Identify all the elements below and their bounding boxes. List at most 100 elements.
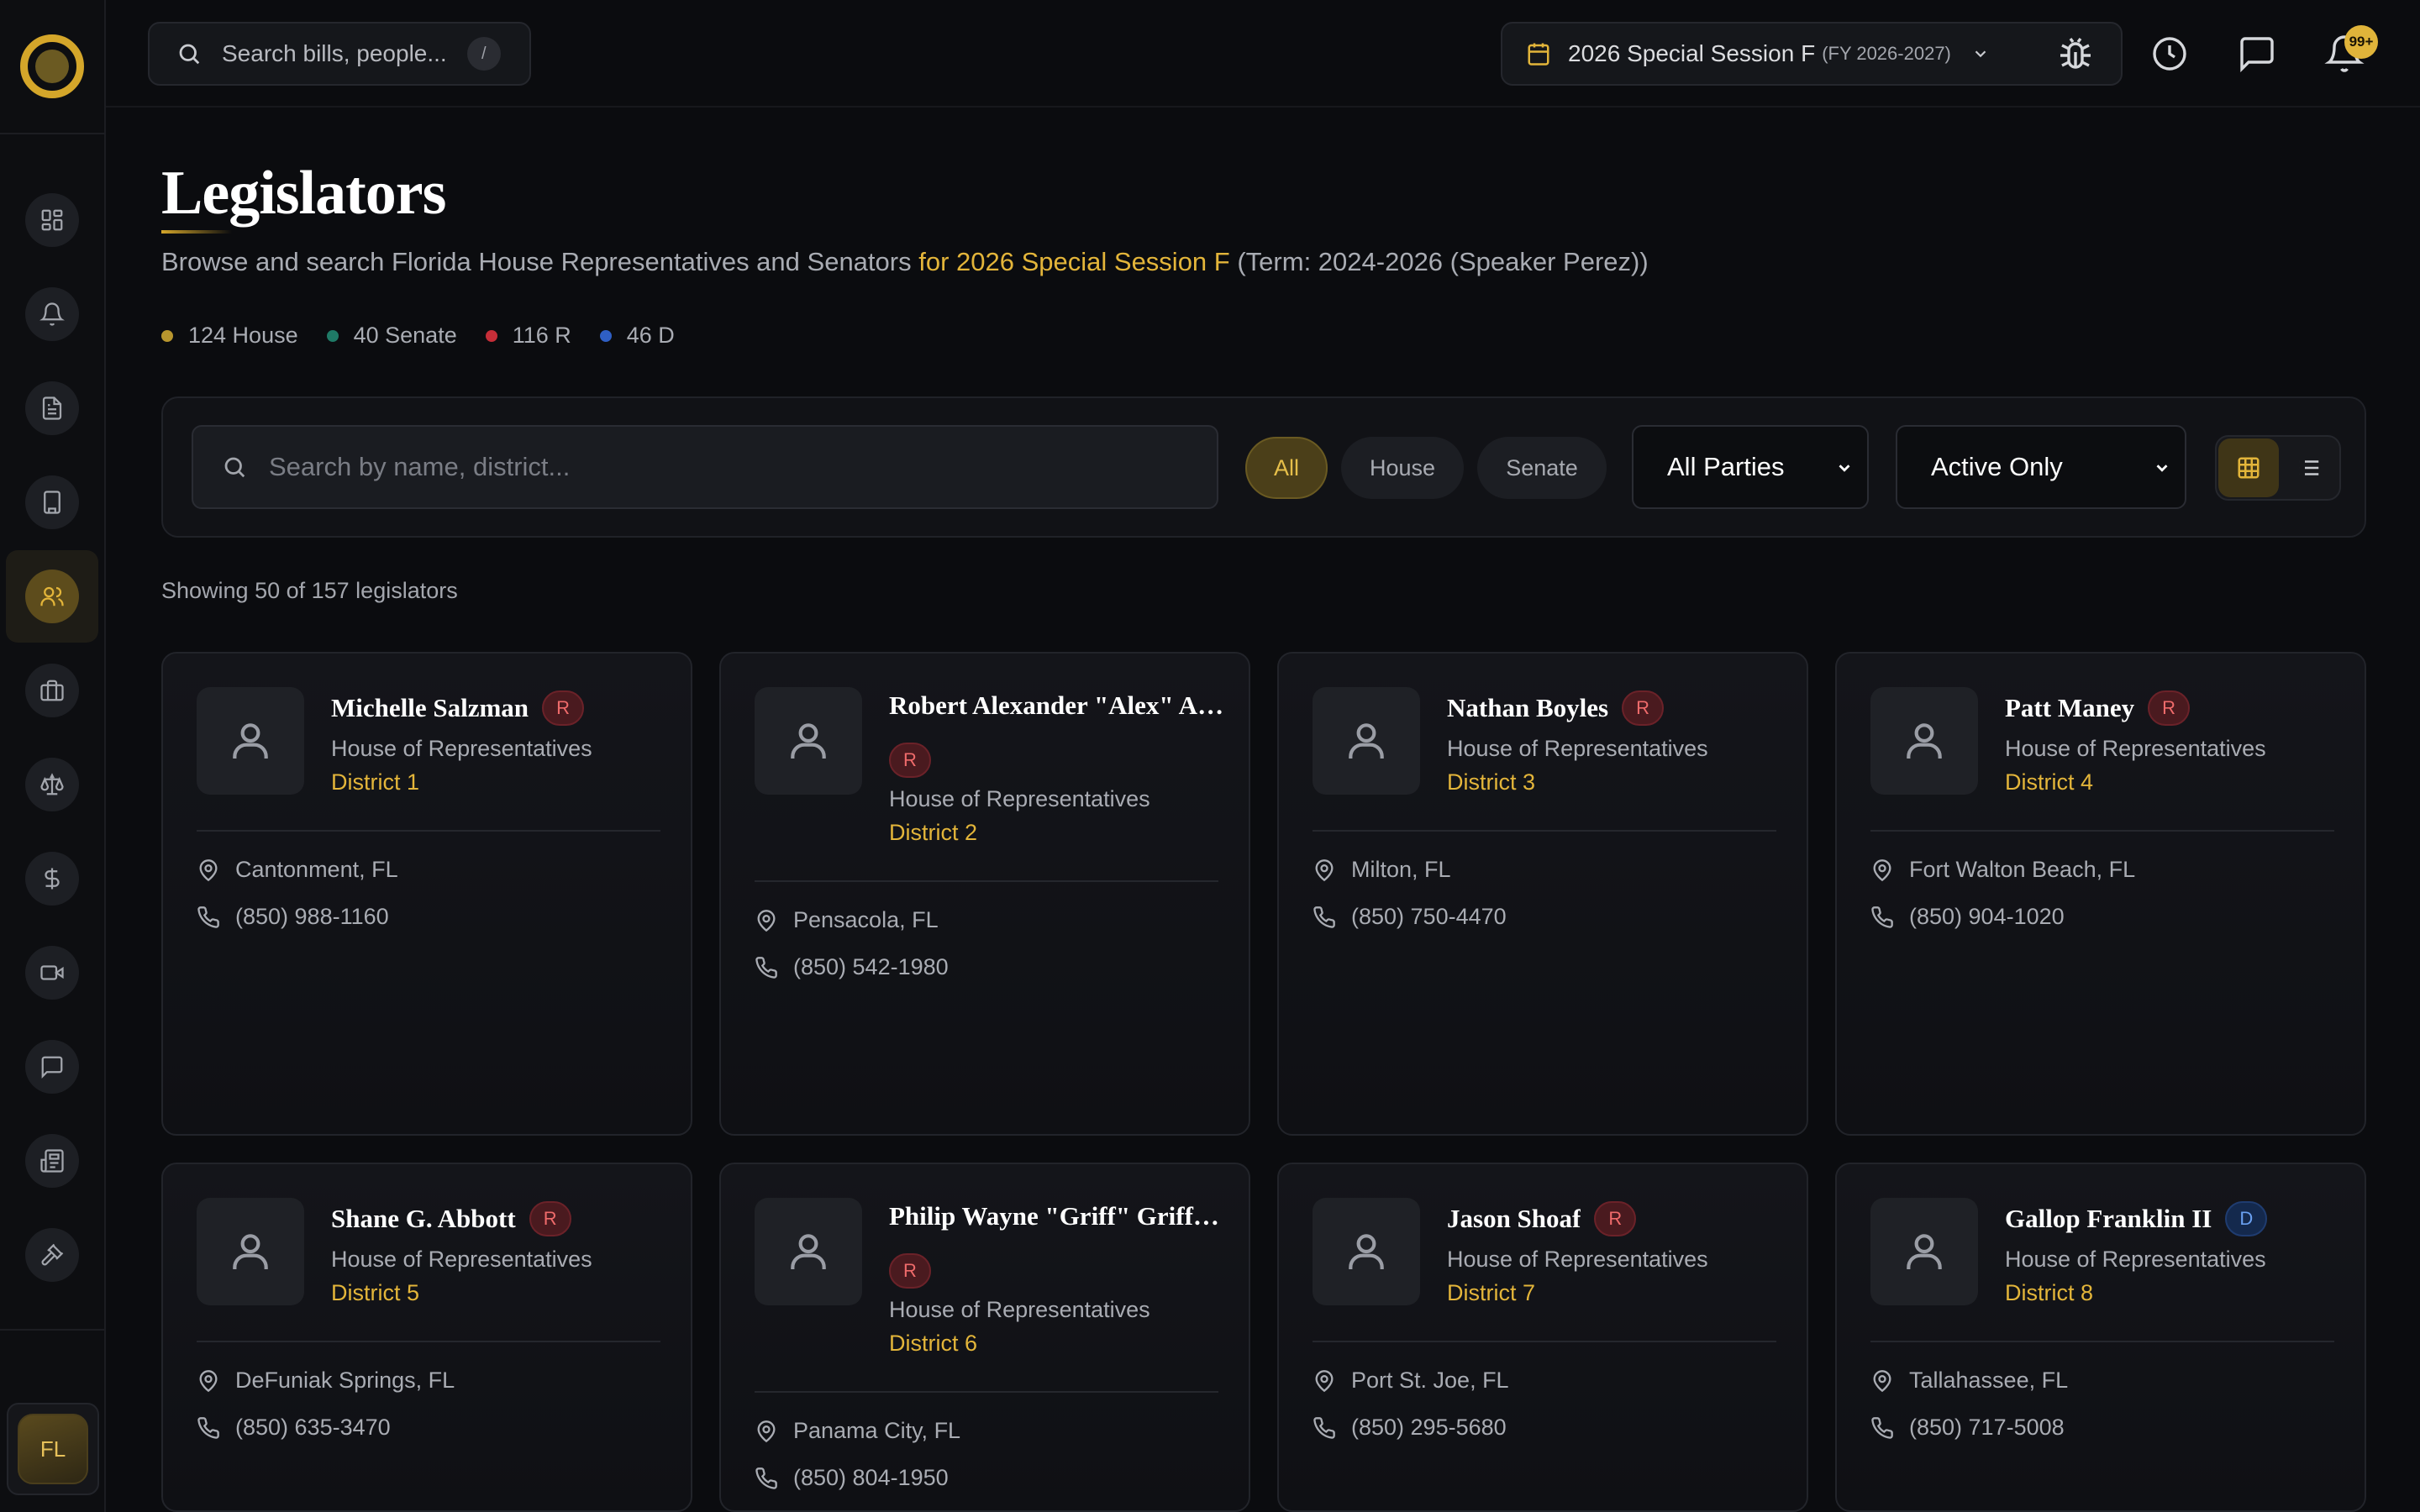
logo-icon (20, 34, 84, 98)
map-pin-icon (1873, 858, 1891, 881)
legislator-card[interactable]: Philip Wayne "Griff" Griffitts R House o… (719, 1163, 1250, 1512)
legislator-search-input[interactable]: Search by name, district... (192, 425, 1218, 509)
phone-icon (755, 1467, 777, 1489)
topbar: Search bills, people... / 2026 Special S… (106, 0, 2420, 108)
legislator-location: Milton, FL (1313, 857, 1451, 883)
map-pin-icon (199, 1369, 218, 1392)
legislator-phone[interactable]: (850) 988-1160 (197, 904, 389, 930)
card-divider (1313, 830, 1776, 832)
party-badge: R (1594, 1201, 1637, 1236)
legislator-chamber: House of Representatives (1447, 736, 1708, 761)
chamber-filter-all[interactable]: All (1245, 437, 1328, 499)
sidebar-item-bills[interactable] (0, 361, 104, 455)
user-icon (1907, 1234, 1942, 1269)
legislator-name[interactable]: Gallop Franklin II D (2005, 1201, 2341, 1236)
user-icon (791, 723, 826, 759)
title-underline (161, 230, 232, 234)
legislator-card[interactable]: Patt Maney R House of Representatives Di… (1835, 652, 2366, 1136)
legislator-chamber: House of Representatives (1447, 1247, 1708, 1272)
legislator-district: District 2 (889, 820, 978, 845)
sidebar-item-legal[interactable] (0, 738, 104, 832)
dashboard-icon (25, 193, 79, 247)
chamber-filter-house[interactable]: House (1341, 437, 1464, 499)
subtitle-term: (Term: 2024-2026 (Speaker Perez)) (1237, 247, 1649, 276)
subtitle-main: Browse and search Florida House Represen… (161, 247, 912, 276)
chamber-filter-senate[interactable]: Senate (1477, 437, 1607, 499)
sidebar-item-dashboard[interactable] (0, 173, 104, 267)
map-pin-icon (199, 858, 218, 881)
party-select[interactable]: All Parties (1632, 425, 1869, 509)
scale-icon (25, 758, 79, 811)
legislator-card[interactable]: Jason Shoaf R House of Representatives D… (1277, 1163, 1808, 1512)
status-select[interactable]: Active Only (1896, 425, 2186, 509)
legislator-name[interactable]: Philip Wayne "Griff" Griffitts (889, 1201, 1225, 1231)
legislator-avatar (197, 687, 304, 795)
stat-republican: 116 R (485, 323, 571, 349)
sidebar-item-legislators[interactable] (0, 549, 104, 643)
sidebar-item-messages[interactable] (0, 1020, 104, 1114)
search-shortcut-key: / (466, 37, 501, 71)
legislator-location: Panama City, FL (755, 1418, 960, 1444)
app-logo[interactable] (0, 0, 104, 134)
legislator-phone[interactable]: (850) 750-4470 (1313, 904, 1507, 930)
sidebar-item-finance[interactable] (0, 832, 104, 926)
legislator-name[interactable]: Michelle Salzman R (331, 690, 667, 726)
legislator-phone[interactable]: (850) 542-1980 (755, 954, 949, 980)
legislator-card[interactable]: Robert Alexander "Alex" Andrade R House … (719, 652, 1250, 1136)
document-icon (25, 381, 79, 435)
results-count: Showing 50 of 157 legislators (161, 578, 458, 603)
sidebar-item-votes[interactable] (0, 1208, 104, 1302)
chevron-down-icon (1975, 50, 1986, 58)
legislator-name[interactable]: Shane G. Abbott R (331, 1201, 667, 1236)
user-icon (233, 1234, 268, 1269)
card-divider (197, 1341, 660, 1342)
legislator-district: District 6 (889, 1331, 978, 1356)
sidebar-nav (0, 173, 104, 1302)
map-pin-icon (757, 1420, 776, 1442)
grid-icon (2238, 457, 2260, 479)
grid-view-button[interactable] (2218, 438, 2279, 497)
legislator-avatar (1313, 1198, 1420, 1305)
session-selector[interactable]: 2026 Special Session F (FY 2026-2027) (1501, 22, 2123, 86)
legislator-name[interactable]: Patt Maney R (2005, 690, 2341, 726)
legislator-phone[interactable]: (850) 804-1950 (755, 1465, 949, 1491)
stat-dot (326, 329, 339, 342)
sidebar-item-video[interactable] (0, 926, 104, 1020)
messages-button[interactable] (2237, 34, 2277, 74)
legislator-card[interactable]: Shane G. Abbott R House of Representativ… (161, 1163, 692, 1512)
user-menu[interactable]: FL (7, 1403, 99, 1495)
sidebar-item-lobbying[interactable] (0, 643, 104, 738)
legislator-stats: 124 House 40 Senate 116 R 46 D (161, 323, 703, 349)
building-icon (25, 475, 79, 529)
history-button[interactable] (2149, 34, 2190, 74)
sidebar-item-capitol[interactable] (0, 455, 104, 549)
legislator-card[interactable]: Nathan Boyles R House of Representatives… (1277, 652, 1808, 1136)
legislator-avatar (1870, 687, 1978, 795)
sidebar-item-alerts[interactable] (0, 267, 104, 361)
page-subtitle: Browse and search Florida House Represen… (161, 247, 1649, 277)
legislator-name[interactable]: Robert Alexander "Alex" Andrade (889, 690, 1225, 721)
legislator-district: District 8 (2005, 1280, 2094, 1305)
legislator-name[interactable]: Nathan Boyles R (1447, 690, 1783, 726)
bug-report-button[interactable] (2055, 34, 2096, 74)
legislator-name[interactable]: Jason Shoaf R (1447, 1201, 1783, 1236)
user-icon (1349, 723, 1384, 759)
list-view-button[interactable] (2279, 438, 2339, 497)
legislator-card[interactable]: Michelle Salzman R House of Representati… (161, 652, 692, 1136)
phone-icon (755, 956, 777, 979)
status-select-value: Active Only (1931, 452, 2063, 481)
global-search[interactable]: Search bills, people... / (148, 22, 531, 86)
phone-icon (197, 906, 219, 928)
search-icon (179, 44, 200, 65)
legislator-location: Cantonment, FL (197, 857, 398, 883)
legislator-card[interactable]: Gallop Franklin II D House of Representa… (1835, 1163, 2366, 1512)
legislator-phone[interactable]: (850) 717-5008 (1870, 1415, 2065, 1441)
legislator-phone[interactable]: (850) 295-5680 (1313, 1415, 1507, 1441)
chat-icon (25, 1040, 79, 1094)
legislator-phone[interactable]: (850) 635-3470 (197, 1415, 391, 1441)
video-icon (25, 946, 79, 1000)
map-pin-icon (1315, 858, 1334, 881)
stat-dot (599, 329, 612, 342)
sidebar-item-news[interactable] (0, 1114, 104, 1208)
legislator-phone[interactable]: (850) 904-1020 (1870, 904, 2065, 930)
